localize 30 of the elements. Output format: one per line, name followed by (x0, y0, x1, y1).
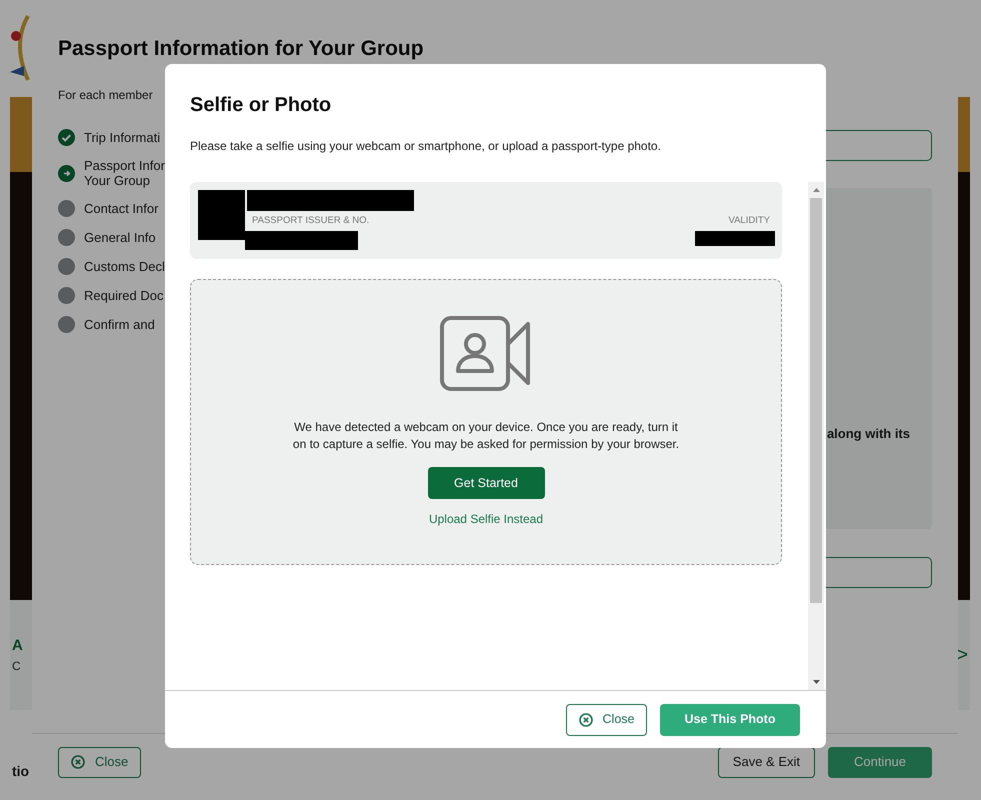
webcam-message: We have detected a webcam on your device. Once you are ready, turn it on to capture a selfie. You may be asked for permission by your browser. (292, 419, 680, 453)
step-label[interactable]: Contact Infor (84, 201, 158, 216)
dialog-title: Selfie or Photo (190, 93, 332, 118)
page-subtitle: For each member (58, 87, 153, 104)
scrollbar[interactable] (808, 182, 824, 690)
close-button[interactable]: Close (566, 704, 647, 736)
text-fragment: C (12, 658, 22, 676)
scroll-down-icon[interactable] (812, 680, 820, 684)
step-label[interactable]: Passport Infor Your Group (84, 158, 165, 188)
step-label[interactable]: Customs Decl (84, 259, 165, 274)
step-label[interactable]: Confirm and (84, 317, 155, 332)
step-label[interactable]: Required Doc (84, 288, 164, 303)
close-icon (71, 755, 85, 769)
scroll-up-icon[interactable] (812, 188, 820, 192)
logo-drawing (10, 14, 32, 82)
field-label: PASSPORT ISSUER & NO. (252, 214, 370, 228)
info-text: along with its (826, 424, 910, 443)
text-fragment: A (12, 636, 23, 656)
scroll-thumb[interactable] (810, 198, 822, 603)
text-fragment: tio (12, 762, 30, 781)
step-label[interactable]: General Info (84, 230, 156, 245)
page-title: Passport Information for Your Group (58, 36, 424, 62)
step-label[interactable]: Trip Informati (84, 130, 160, 145)
video-camera-icon (440, 316, 532, 391)
upload-selfie-link[interactable]: Upload Selfie Instead (428, 510, 544, 528)
field-label: VALIDITY (728, 214, 770, 228)
get-started-button[interactable]: Get Started (428, 467, 544, 499)
close-button[interactable]: Close (58, 746, 142, 778)
close-icon (578, 712, 593, 726)
dialog-instructions: Please take a selfie using your webcam or smartphone, or upload a passport-type photo. (190, 138, 662, 155)
